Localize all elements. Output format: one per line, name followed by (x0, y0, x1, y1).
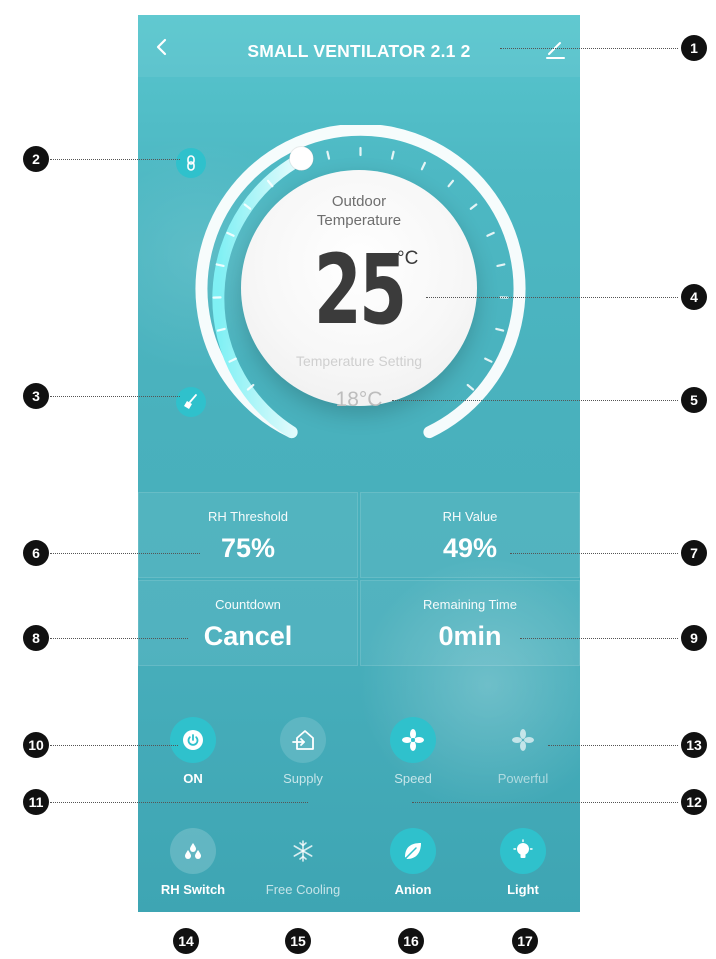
speed-button[interactable]: Speed (358, 717, 468, 803)
callout-leader (50, 553, 200, 554)
speed-label: Speed (394, 771, 432, 786)
supply-house-icon (292, 730, 314, 750)
outdoor-temperature-value: 25 (313, 234, 407, 346)
countdown-cell[interactable]: Countdown Cancel (138, 580, 358, 666)
remaining-time-value: 0min (438, 621, 502, 651)
callout-leader (426, 297, 678, 298)
anion-label: Anion (394, 882, 432, 897)
callout-leader (50, 745, 178, 746)
fan-icon (402, 729, 424, 751)
callout-leader (500, 48, 678, 49)
water-drops-icon (185, 843, 201, 859)
rh-value: 49% (442, 533, 498, 563)
callout-leader (50, 802, 308, 803)
callout-badge: 7 (681, 540, 707, 566)
countdown-label: Countdown (215, 597, 281, 612)
dial-tick (496, 263, 506, 267)
callout-leader (50, 159, 180, 160)
countdown-value: Cancel (203, 621, 293, 651)
remaining-time-cell: Remaining Time 0min (360, 580, 580, 666)
callout-badge: 13 (681, 732, 707, 758)
callout-badge: 14 (173, 928, 199, 954)
callout-badge: 2 (23, 146, 49, 172)
rh-value-cell: RH Value 49% (360, 492, 580, 578)
rh-switch-button[interactable]: RH Switch (138, 828, 248, 912)
powerful-label: Powerful (497, 771, 549, 786)
leaf-icon (405, 843, 421, 859)
callout-badge: 3 (23, 383, 49, 409)
snowflake-icon (293, 840, 313, 862)
edit-icon[interactable] (543, 37, 567, 61)
header-bar: SMALL VENTILATOR 2.1 2 (138, 15, 580, 77)
power-icon (183, 730, 203, 750)
callout-leader (412, 802, 678, 803)
callout-leader (520, 638, 678, 639)
dial-tick (390, 150, 395, 160)
supply-label: Supply (283, 771, 323, 786)
callout-leader (548, 745, 678, 746)
temperature-setting-label: Temperature Setting (295, 353, 423, 369)
callout-badge: 12 (681, 789, 707, 815)
callout-badge: 15 (285, 928, 311, 954)
bulb-icon (513, 839, 533, 858)
rh-value-label: RH Value (442, 509, 498, 524)
callout-badge: 17 (512, 928, 538, 954)
callout-badge: 9 (681, 625, 707, 651)
callout-badge: 1 (681, 35, 707, 61)
supply-button[interactable]: Supply (248, 717, 358, 803)
free-cooling-label: Free Cooling (265, 882, 341, 897)
callout-badge: 8 (23, 625, 49, 651)
rh-threshold-cell[interactable]: RH Threshold 75% (138, 492, 358, 578)
callout-badge: 16 (398, 928, 424, 954)
free-cooling-button[interactable]: Free Cooling (248, 828, 358, 912)
powerful-button[interactable]: Powerful (468, 717, 578, 803)
back-icon[interactable] (152, 35, 172, 59)
dial-knob[interactable] (288, 146, 314, 171)
callout-badge: 5 (681, 387, 707, 413)
callout-badge: 6 (23, 540, 49, 566)
light-button[interactable]: Light (468, 828, 578, 912)
callout-badge: 4 (681, 284, 707, 310)
device-title: SMALL VENTILATOR 2.1 2 (247, 41, 471, 61)
dial-tick (486, 231, 495, 237)
dial-tick (420, 161, 426, 171)
dial-tick (447, 179, 455, 188)
dial-tick (484, 357, 493, 363)
fan-icon (512, 729, 534, 751)
callout-leader (50, 638, 188, 639)
power-label: ON (183, 771, 203, 786)
rh-switch-label: RH Switch (160, 882, 226, 897)
light-label: Light (507, 882, 539, 897)
dial-tick (326, 150, 331, 160)
dial-tick (495, 327, 505, 332)
anion-button[interactable]: Anion (358, 828, 468, 912)
dial-tick (215, 263, 225, 267)
callout-leader (510, 553, 678, 554)
temperature-unit: °C (397, 248, 419, 269)
callout-leader (392, 400, 678, 401)
rh-threshold-label: RH Threshold (208, 509, 288, 524)
remaining-time-label: Remaining Time (423, 597, 517, 612)
outdoor-temperature-label: Outdoor Temperature (316, 193, 402, 229)
rh-threshold-value: 75% (220, 533, 276, 563)
callout-badge: 10 (23, 732, 49, 758)
callout-leader (50, 396, 180, 397)
app-screen: SMALL VENTILATOR 2.1 2 Outdoor Temperatu… (138, 15, 580, 912)
callout-badge: 11 (23, 789, 49, 815)
temperature-display: Outdoor Temperature 25 °C Temperature Se… (241, 170, 477, 411)
status-grid: RH Threshold 75% RH Value 49% Countdown … (138, 492, 580, 666)
power-button[interactable]: ON (138, 717, 248, 803)
